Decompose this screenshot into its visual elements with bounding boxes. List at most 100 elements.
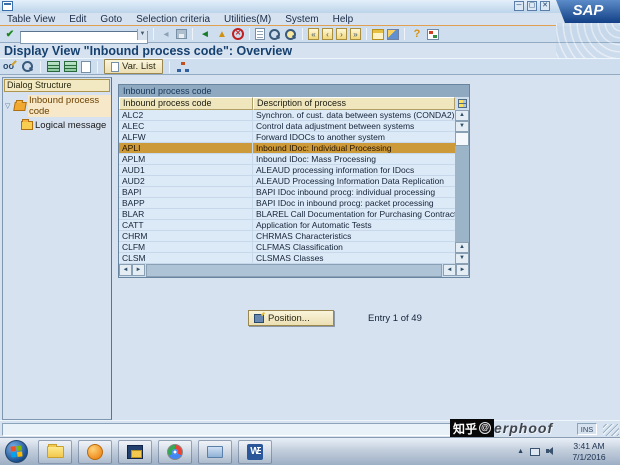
cell-process-code[interactable]: ALEC: [119, 121, 253, 131]
scroll-page-up-icon[interactable]: ▲: [455, 242, 469, 253]
table-row[interactable]: APLM Inbound IDoc: Mass Processing: [119, 154, 455, 165]
var-list-button[interactable]: Var. List: [104, 59, 163, 74]
menu-selection-criteria[interactable]: Selection criteria: [129, 14, 217, 25]
cell-description[interactable]: BAPI IDoc in inbound procg: packet proce…: [253, 198, 455, 208]
back-icon[interactable]: ◄: [198, 28, 212, 41]
table-row[interactable]: AUD2 ALEAUD Processing Information Data R…: [119, 176, 455, 187]
create-shortcut-icon[interactable]: [387, 28, 399, 40]
cell-description[interactable]: ALEAUD Processing Information Data Repli…: [253, 176, 455, 186]
hidden-icons-arrow-icon[interactable]: ▲: [517, 448, 524, 455]
hscroll-left-icon[interactable]: ◄: [119, 264, 132, 276]
hscroll-right-icon[interactable]: ►: [132, 264, 145, 276]
column-header-process-code[interactable]: Inbound process code: [119, 97, 253, 110]
cell-description[interactable]: ALEAUD processing information for IDocs: [253, 165, 455, 175]
tree-item-label[interactable]: Logical message: [35, 120, 106, 131]
start-button[interactable]: [5, 440, 28, 463]
taskbar-sap-logon-button[interactable]: [118, 440, 152, 464]
cell-process-code[interactable]: BAPP: [119, 198, 253, 208]
vscroll-track[interactable]: [455, 146, 469, 242]
table-row[interactable]: ALEC Control data adjustment between syst…: [119, 121, 455, 132]
menu-utilities-m[interactable]: Utilities(M): [217, 14, 278, 25]
horizontal-scrollbar[interactable]: ◄ ► ◄ ►: [119, 264, 469, 277]
table-row[interactable]: CLFM CLFMAS Classification: [119, 242, 455, 253]
table-config-icon[interactable]: [457, 99, 467, 108]
vscroll-thumb[interactable]: [455, 132, 469, 146]
scroll-up-icon[interactable]: ▲: [455, 110, 469, 121]
cell-process-code[interactable]: AUD2: [119, 176, 253, 186]
display-change-icon[interactable]: [3, 61, 17, 73]
cell-description[interactable]: CLSMAS Classes: [253, 253, 455, 263]
table-row[interactable]: ALC2 Synchron. of cust. data between syst…: [119, 110, 455, 121]
table-row[interactable]: BAPP BAPI IDoc in inbound procg: packet p…: [119, 198, 455, 209]
cell-description[interactable]: Inbound IDoc: Mass Processing: [253, 154, 455, 164]
print-icon[interactable]: [255, 28, 265, 40]
menu-help[interactable]: Help: [326, 14, 361, 25]
cell-process-code[interactable]: BLAR: [119, 209, 253, 219]
cell-process-code[interactable]: CHRM: [119, 231, 253, 241]
insert-mode-indicator[interactable]: INS: [577, 423, 597, 435]
table-row[interactable]: CATT Application for Automatic Tests: [119, 220, 455, 231]
customize-layout-icon[interactable]: [427, 28, 439, 40]
hscroll-thumb[interactable]: [147, 265, 441, 276]
cancel-icon[interactable]: ✕: [232, 28, 244, 40]
save-icon[interactable]: [176, 29, 187, 39]
menu-table-view[interactable]: Table View: [0, 14, 62, 25]
cell-description[interactable]: Control data adjustment between systems: [253, 121, 455, 131]
cell-description[interactable]: Forward IDOCs to another system: [253, 132, 455, 142]
sidebar-item-inbound-process-code[interactable]: ▽ Inbound process code: [3, 95, 111, 117]
cell-process-code[interactable]: CLSM: [119, 253, 253, 263]
volume-icon[interactable]: [546, 447, 556, 456]
network-icon[interactable]: [530, 447, 540, 456]
taskbar-clock[interactable]: 3:41 AM 7/1/2016: [561, 441, 617, 462]
hscroll-right2-icon[interactable]: ►: [456, 264, 469, 276]
maximize-icon[interactable]: ▢: [527, 1, 537, 11]
command-input[interactable]: [20, 31, 148, 44]
cell-description[interactable]: BAPI IDoc inbound procg: individual proc…: [253, 187, 455, 197]
scroll-page-down-icon[interactable]: ▼: [455, 253, 469, 264]
cell-description[interactable]: CHRMAS Characteristics: [253, 231, 455, 241]
first-page-icon[interactable]: «: [308, 28, 319, 40]
exit-icon[interactable]: ▲: [215, 28, 229, 41]
taskbar-blue-folder-button[interactable]: [198, 440, 232, 464]
taskbar-orange-app-button[interactable]: [78, 440, 112, 464]
previous-page-icon[interactable]: ‹: [322, 28, 333, 40]
cell-process-code[interactable]: CLFM: [119, 242, 253, 252]
menu-edit[interactable]: Edit: [62, 14, 93, 25]
tree-expand-icon[interactable]: ▽: [5, 102, 12, 110]
table-row[interactable]: CLSM CLSMAS Classes: [119, 253, 455, 264]
next-page-icon[interactable]: ›: [336, 28, 347, 40]
enter-icon[interactable]: ✔: [3, 28, 17, 41]
tree-item-label[interactable]: Inbound process code: [27, 95, 111, 117]
cell-process-code[interactable]: BAPI: [119, 187, 253, 197]
new-session-icon[interactable]: [372, 28, 384, 40]
scroll-down-icon[interactable]: ▼: [455, 121, 469, 132]
table-row[interactable]: BLAR BLAREL Call Documentation for Purcha…: [119, 209, 455, 220]
taskbar-explorer-button[interactable]: [38, 440, 72, 464]
vertical-scrollbar[interactable]: ▲ ▼ ▲ ▼: [455, 97, 469, 264]
status-message-field[interactable]: [2, 423, 468, 436]
cell-process-code[interactable]: AUD1: [119, 165, 253, 175]
hscroll-track[interactable]: [146, 264, 442, 277]
find-icon[interactable]: [268, 28, 281, 41]
table-row[interactable]: CHRM CHRMAS Characteristics: [119, 231, 455, 242]
cell-process-code[interactable]: ALC2: [119, 110, 253, 120]
table-view-icon[interactable]: [47, 61, 60, 72]
expand-structure-icon[interactable]: [176, 61, 190, 73]
close-icon[interactable]: ✕: [540, 1, 550, 11]
print-list-icon[interactable]: [81, 60, 91, 73]
cell-description[interactable]: CLFMAS Classification: [253, 242, 455, 252]
cell-process-code[interactable]: APLM: [119, 154, 253, 164]
cell-description[interactable]: Application for Automatic Tests: [253, 220, 455, 230]
menu-system[interactable]: System: [278, 14, 325, 25]
minimize-icon[interactable]: ─: [514, 1, 524, 11]
menu-goto[interactable]: Goto: [93, 14, 129, 25]
choose-icon[interactable]: [21, 60, 34, 73]
find-next-icon[interactable]: [284, 28, 297, 41]
command-history-icon[interactable]: ▼: [137, 28, 147, 40]
cell-process-code[interactable]: CATT: [119, 220, 253, 230]
cell-process-code[interactable]: APLI: [119, 143, 253, 153]
taskbar-word-button[interactable]: W: [238, 440, 272, 464]
table-row[interactable]: ALFW Forward IDOCs to another system: [119, 132, 455, 143]
last-page-icon[interactable]: »: [350, 28, 361, 40]
cell-process-code[interactable]: ALFW: [119, 132, 253, 142]
